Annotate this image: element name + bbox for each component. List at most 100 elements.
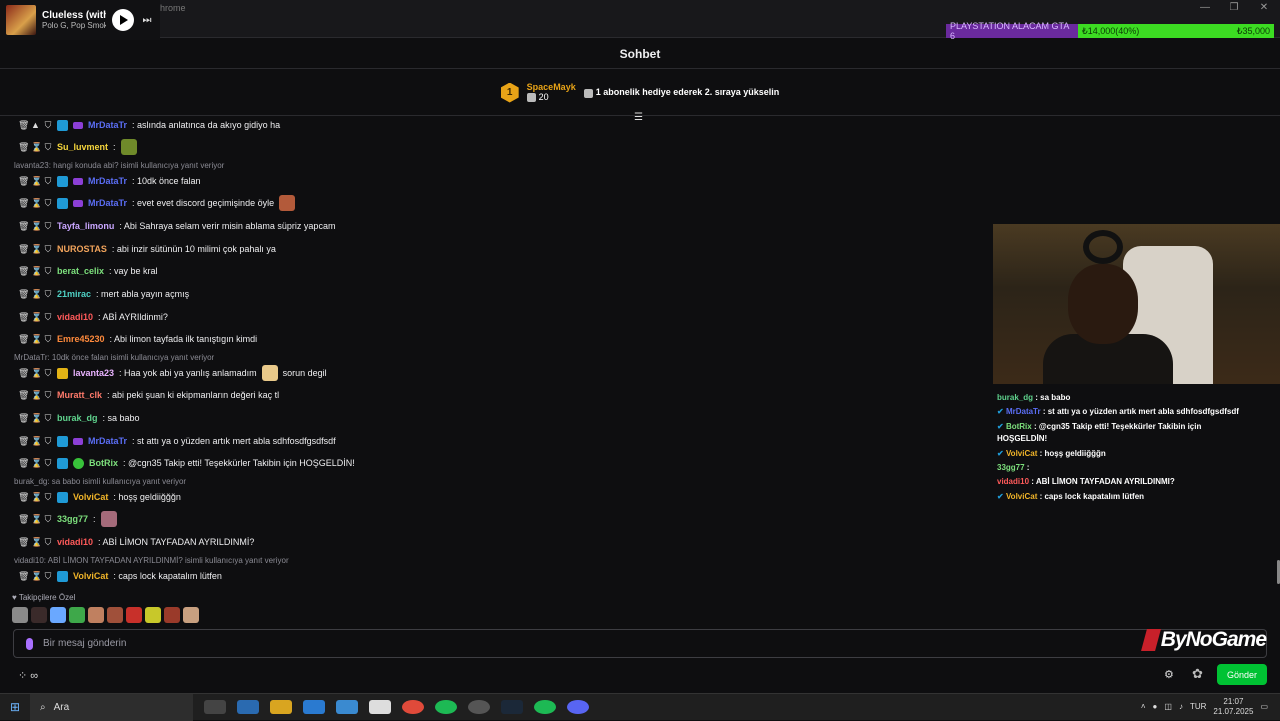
send-button[interactable]: Gönder <box>1217 664 1267 685</box>
notepad-icon[interactable] <box>369 700 391 714</box>
taskbar-search[interactable]: ⌕ Ara <box>30 693 193 721</box>
delete-icon[interactable]: 🗑 <box>18 413 29 424</box>
chat-input[interactable] <box>43 638 1266 649</box>
timeout-icon[interactable]: ⌛ <box>31 198 42 209</box>
delete-icon[interactable]: 🗑 <box>18 368 29 379</box>
next-track-icon[interactable]: ⏭ <box>140 15 154 26</box>
delete-icon[interactable]: 🗑 <box>18 266 29 277</box>
steam-icon[interactable] <box>501 700 523 714</box>
network-icon[interactable]: ◫ <box>1164 702 1172 711</box>
microphone-icon[interactable] <box>26 637 33 650</box>
chat-tools[interactable]: ⁘ ∞ <box>18 669 38 682</box>
timeout-icon[interactable]: ⌛ <box>31 537 42 548</box>
chat-username[interactable]: Emre45230 <box>57 334 105 344</box>
play-button[interactable] <box>112 9 134 31</box>
timeout-icon[interactable]: ⌛ <box>31 312 42 323</box>
timeout-icon[interactable]: ⌛ <box>31 176 42 187</box>
delete-icon[interactable]: 🗑 <box>18 492 29 503</box>
chat-username[interactable]: 21mirac <box>57 289 91 299</box>
chevron-up-icon[interactable]: ˄ <box>1141 702 1146 711</box>
timeout-icon[interactable]: ⌛ <box>31 289 42 300</box>
task-view-icon[interactable] <box>204 700 226 714</box>
chat-username[interactable]: Su_luvment <box>57 142 108 152</box>
chat-input-box[interactable]: ByNoGame <box>13 628 1267 658</box>
delete-icon[interactable]: 🗑 <box>18 198 29 209</box>
delete-icon[interactable]: 🗑 <box>18 312 29 323</box>
emote-icon[interactable] <box>164 607 180 623</box>
chat-username[interactable]: BotRix <box>89 458 118 468</box>
timeout-icon[interactable]: ⌛ <box>31 266 42 277</box>
timeout-icon[interactable]: ⌛ <box>31 221 42 232</box>
app-icon[interactable] <box>468 700 490 714</box>
points-icon[interactable]: ⁘ <box>18 670 27 682</box>
timeout-icon[interactable]: ⌛ <box>31 436 42 447</box>
emote-icon[interactable] <box>31 607 47 623</box>
chat-username[interactable]: Tayfa_limonu <box>57 221 114 231</box>
microphone-tray-icon[interactable]: ● <box>1153 702 1158 711</box>
chat-username[interactable]: VolviCat <box>73 571 108 581</box>
chat-username[interactable]: berat_celix <box>57 266 104 276</box>
close-icon[interactable]: ✕ <box>1256 2 1272 13</box>
emote-icon[interactable] <box>145 607 161 623</box>
timeout-icon[interactable]: ⌛ <box>31 413 42 424</box>
emote-icon[interactable] <box>12 607 28 623</box>
chat-username[interactable]: burak_dg <box>57 413 98 423</box>
restore-icon[interactable]: ❐ <box>1226 2 1242 13</box>
timeout-icon[interactable]: ⌛ <box>31 492 42 503</box>
delete-icon[interactable]: 🗑 <box>18 176 29 187</box>
chat-username[interactable]: 33gg77 <box>57 514 88 524</box>
timeout-icon[interactable]: ▲ <box>31 120 40 130</box>
media-widget[interactable]: Clueless (with Polo G, Pop Smok ⏭ <box>0 0 160 40</box>
delete-icon[interactable]: 🗑 <box>18 221 29 232</box>
emote-icon[interactable] <box>107 607 123 623</box>
chat-username[interactable]: vidadi10 <box>57 537 93 547</box>
delete-icon[interactable]: 🗑 <box>18 458 29 469</box>
chat-username[interactable]: MrDataTr <box>88 176 127 186</box>
delete-icon[interactable]: 🗑 <box>18 537 29 548</box>
notification-icon[interactable]: ▭ <box>1260 702 1268 711</box>
system-tray[interactable]: ˄ ● ◫ ♪ TUR 21:07 21.07.2025 ▭ <box>1141 697 1268 716</box>
delete-icon[interactable]: 🗑 <box>18 142 29 153</box>
delete-icon[interactable]: 🗑 <box>18 436 29 447</box>
bits-icon[interactable]: ✿ <box>1192 666 1203 682</box>
timeout-icon[interactable]: ⌛ <box>31 244 42 255</box>
emote-icon[interactable] <box>183 607 199 623</box>
chat-username[interactable]: MrDataTr <box>88 436 127 446</box>
heart-emote-icon[interactable] <box>50 607 66 623</box>
timeout-icon[interactable]: ⌛ <box>31 334 42 345</box>
discord-icon[interactable] <box>567 700 589 714</box>
app-icon[interactable] <box>237 700 259 714</box>
delete-icon[interactable]: 🗑 <box>18 244 29 255</box>
volume-icon[interactable]: ♪ <box>1179 702 1183 711</box>
delete-icon[interactable]: 🗑 <box>18 390 29 401</box>
file-explorer-icon[interactable] <box>270 700 292 714</box>
timeout-icon[interactable]: ⌛ <box>31 390 42 401</box>
clock[interactable]: 21:07 21.07.2025 <box>1213 697 1253 716</box>
emote-icon[interactable] <box>126 607 142 623</box>
emote-icon[interactable] <box>69 607 85 623</box>
delete-icon[interactable]: 🗑 <box>18 514 29 525</box>
emote-icon[interactable] <box>88 607 104 623</box>
store-icon[interactable] <box>336 700 358 714</box>
gear-icon[interactable]: ⚙ <box>1164 668 1174 681</box>
chat-username[interactable]: MrDataTr <box>88 120 127 130</box>
delete-icon[interactable]: 🗑 <box>18 571 29 582</box>
windows-start-icon[interactable]: ⊞ <box>0 700 30 714</box>
chat-username[interactable]: MrDataTr <box>88 198 127 208</box>
delete-icon[interactable]: 🗑 <box>18 120 29 131</box>
delete-icon[interactable]: 🗑 <box>18 289 29 300</box>
app-icon[interactable] <box>303 700 325 714</box>
chat-username[interactable]: lavanta23 <box>73 368 114 378</box>
spotify-icon[interactable] <box>534 700 556 714</box>
language-indicator[interactable]: TUR <box>1190 702 1206 711</box>
spotify-icon[interactable] <box>435 700 457 714</box>
timeout-icon[interactable]: ⌛ <box>31 571 42 582</box>
minimize-icon[interactable]: — <box>1197 2 1213 13</box>
timeout-icon[interactable]: ⌛ <box>31 514 42 525</box>
delete-icon[interactable]: 🗑 <box>18 334 29 345</box>
timeout-icon[interactable]: ⌛ <box>31 458 42 469</box>
chat-username[interactable]: VolviCat <box>73 492 108 502</box>
timeout-icon[interactable]: ⌛ <box>31 368 42 379</box>
infinity-icon[interactable]: ∞ <box>30 670 38 682</box>
chrome-icon[interactable] <box>402 700 424 714</box>
